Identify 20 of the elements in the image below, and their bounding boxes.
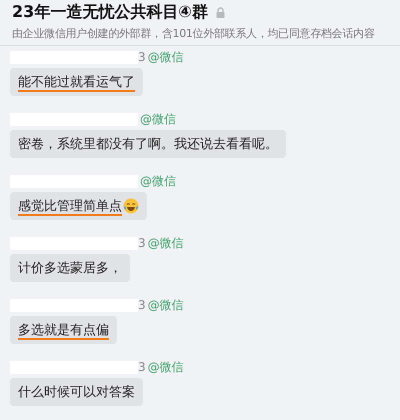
chat-subtitle: 由企业微信用户创建的外部群，含101位外部联系人，均已同意存档会话内容 [12, 26, 376, 41]
wechat-source-label: @微信 [140, 172, 176, 190]
laughing-emoji-icon [123, 198, 139, 214]
sender-name: 3 [138, 360, 146, 374]
wechat-source-label: @微信 [148, 296, 184, 314]
message-bubble: 感觉比管理简单点 [10, 192, 147, 220]
message-bubble: 多选就是有点偏 [10, 316, 117, 344]
lock-icon [216, 7, 225, 18]
message-bubble: 什么时候可以对答案 [10, 378, 143, 406]
chat-title: 23年一造无忧公共科目④群 [12, 2, 208, 23]
wechat-source-label: @微信 [148, 358, 184, 376]
wechat-source-label: @微信 [140, 110, 176, 128]
sender-name: 3 [138, 50, 146, 64]
sender-name: 3 [138, 298, 146, 312]
wechat-source-label: @微信 [148, 234, 184, 252]
message-bubble: 密卷，系统里都没有了啊。我还说去看看呢。 [10, 130, 286, 158]
message-bubble: 能不能过就看运气了 [10, 68, 143, 96]
sender-name: 3 [138, 236, 146, 250]
message-bubble: 计价多选蒙居多， [10, 254, 130, 282]
wechat-source-label: @微信 [148, 48, 184, 66]
